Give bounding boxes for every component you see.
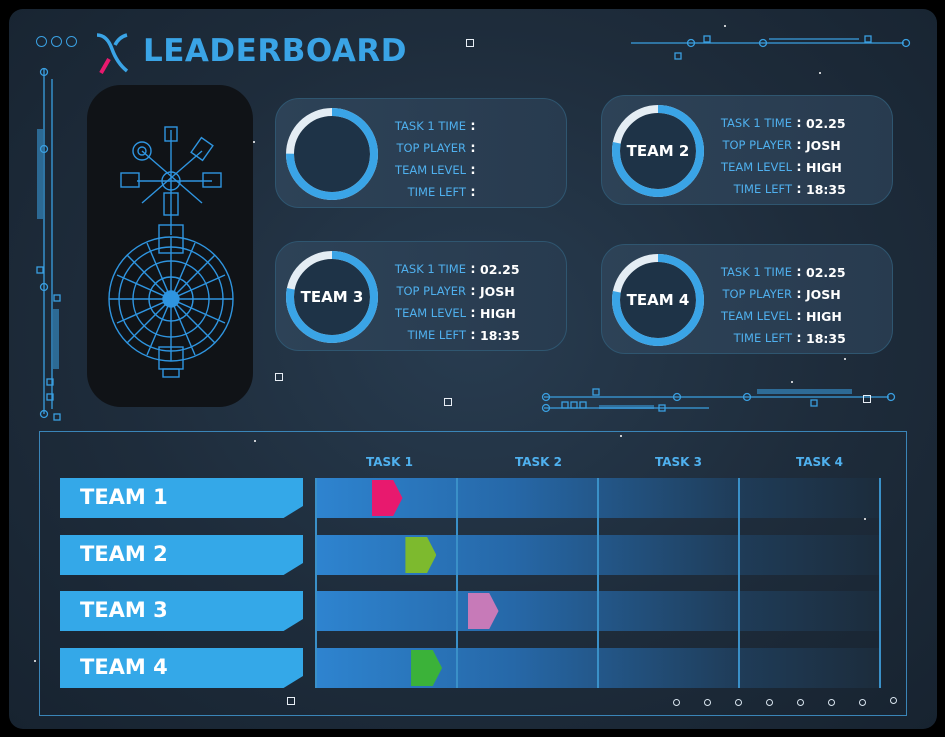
task-time-label: TASK 1 TIME (720, 116, 792, 130)
task-divider (597, 478, 599, 688)
task-time-value: 02.25 (480, 261, 520, 277)
task-time-label: TASK 1 TIME (394, 262, 466, 276)
task-header: TASK 2 (515, 455, 563, 469)
dot-icon (797, 699, 804, 706)
square-marker-icon (275, 373, 283, 381)
square-marker-icon (863, 395, 871, 403)
time-left-label: TIME LEFT (407, 185, 466, 199)
time-left-label: TIME LEFT (733, 182, 792, 196)
top-player-label: TOP PLAYER (722, 287, 792, 301)
task-divider (456, 478, 458, 688)
team-level-value: HIGH (806, 308, 842, 324)
team-name: TEAM 3 (80, 598, 168, 622)
spaceship-icon (108, 126, 234, 378)
team-summary-card: TEAM 4 TASK 1 TIME:02.25 TOP PLAYER: JOSH… (601, 244, 893, 354)
dot-icon (828, 699, 835, 706)
square-marker-icon (444, 398, 452, 406)
ship-illustration-card (87, 85, 253, 407)
time-left-label: TIME LEFT (733, 331, 792, 345)
time-left-value: 18:35 (806, 330, 846, 346)
dot-icon (859, 699, 866, 706)
square-marker-icon (466, 39, 474, 47)
task-header: TASK 3 (655, 455, 703, 469)
team-row-label: TEAM 3 (60, 591, 303, 631)
dot-icon (673, 699, 680, 706)
dot-icon (704, 699, 711, 706)
team-row-label: TEAM 1 (60, 478, 303, 518)
team-name: TEAM 4 (80, 655, 168, 679)
team-level-label: TEAM LEVEL (721, 160, 792, 174)
dot-icon (36, 36, 47, 47)
top-player-label: TOP PLAYER (396, 284, 466, 298)
team-level-label: TEAM LEVEL (395, 306, 466, 320)
x-logo-icon (96, 33, 129, 74)
top-player-value: JOSH (806, 286, 841, 302)
task-divider (879, 478, 881, 688)
top-player-value: JOSH (806, 137, 841, 153)
time-left-value: 18:35 (806, 181, 846, 197)
dot-icon (51, 36, 62, 47)
dot-icon (766, 699, 773, 706)
task-time-value: 02.25 (806, 115, 846, 131)
dot-icon (890, 697, 897, 704)
team-level-value: HIGH (480, 305, 516, 321)
team-name (284, 106, 380, 202)
team-summary-card: TASK 1 TIME: TOP PLAYER: TEAM LEVEL: TIM… (275, 98, 567, 208)
team-name: TEAM 2 (80, 542, 168, 566)
team-row-label: TEAM 2 (60, 535, 303, 575)
team-level-label: TEAM LEVEL (395, 163, 466, 177)
task-header: TASK 4 (796, 455, 844, 469)
dot-icon (735, 699, 742, 706)
task-time-value: 02.25 (806, 264, 846, 280)
dashboard-frame: LEADERBOARD TASK 1 TIME: TOP PLAYER: T… (9, 9, 937, 729)
dot-icon (66, 36, 77, 47)
team-summary-card: TEAM 2 TASK 1 TIME:02.25 TOP PLAYER: JOSH… (601, 95, 893, 205)
time-left-label: TIME LEFT (407, 328, 466, 342)
top-player-label: TOP PLAYER (722, 138, 792, 152)
top-player-label: TOP PLAYER (396, 141, 466, 155)
team-name: TEAM 4 (626, 291, 690, 309)
task-divider (315, 478, 317, 688)
top-player-value: JOSH (480, 283, 515, 299)
task-time-label: TASK 1 TIME (394, 119, 466, 133)
task-header: TASK 1 (366, 455, 414, 469)
time-left-value: 18:35 (480, 327, 520, 343)
team-row-label: TEAM 4 (60, 648, 303, 688)
team-summary-card: TEAM 3 TASK 1 TIME:02.25 TOP PLAYER: JOSH… (275, 241, 567, 351)
team-level-label: TEAM LEVEL (721, 309, 792, 323)
window-dots (36, 36, 77, 47)
team-name: TEAM 3 (300, 288, 364, 306)
team-name: TEAM 2 (626, 142, 690, 160)
team-level-value: HIGH (806, 159, 842, 175)
task-time-label: TASK 1 TIME (720, 265, 792, 279)
page-title: LEADERBOARD (143, 33, 407, 69)
team-name: TEAM 1 (80, 485, 168, 509)
task-divider (738, 478, 740, 688)
